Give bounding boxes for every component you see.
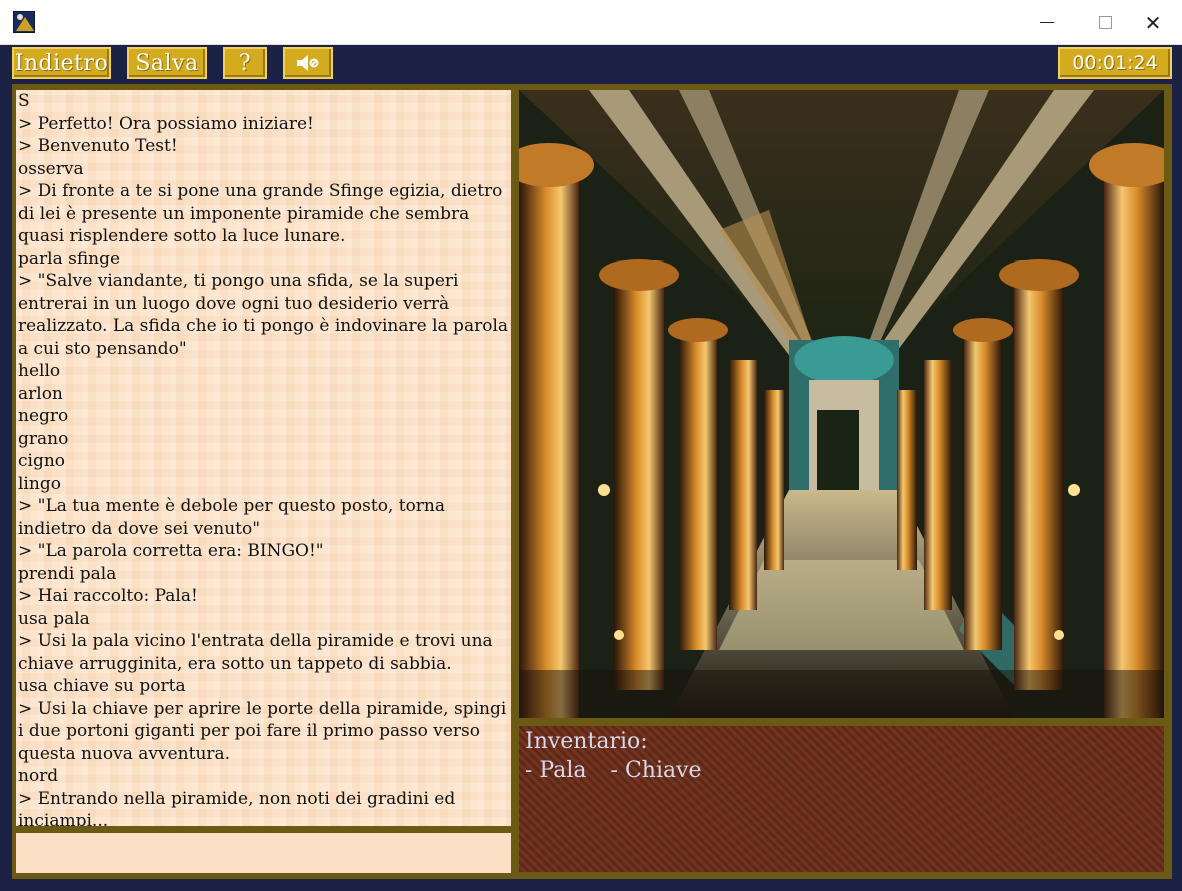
inventory-item: - Chiave <box>610 758 702 783</box>
log-line: > Usi la chiave per aprire le porte dell… <box>18 698 507 764</box>
game-frame: Indietro Salva ? 00:01:24 S > Perfetto! O… <box>0 45 1182 891</box>
log-line: grano <box>18 428 69 449</box>
inventory-title: Inventario: <box>525 729 648 754</box>
log-line: parla sfinge <box>18 248 121 269</box>
log-line: > Entrando nella piramide, non noti dei … <box>18 788 456 827</box>
log-line: usa pala <box>18 608 90 629</box>
temple-corridor-illustration <box>519 90 1164 718</box>
text-log[interactable]: S > Perfetto! Ora possiamo iniziare! > Ben… <box>16 90 511 826</box>
log-line: > "La tua mente è debole per questo post… <box>18 496 446 539</box>
maximize-icon <box>1098 16 1112 29</box>
command-input[interactable] <box>16 833 511 873</box>
inventory-item: - Pala <box>525 758 587 783</box>
help-button[interactable]: ? <box>223 47 267 79</box>
log-line: usa chiave su porta <box>18 676 186 696</box>
log-line: > Usi la pala vicino l'entrata della pir… <box>18 631 493 674</box>
log-line: > "La parola corretta era: BINGO!" <box>18 541 324 561</box>
minimize-button[interactable] <box>1018 0 1076 45</box>
log-line: prendi pala <box>18 563 117 584</box>
log-line: osserva <box>18 158 84 179</box>
log-line: nord <box>18 766 59 786</box>
log-line: arlon <box>18 383 63 404</box>
log-line: > "Salve viandante, ti pongo una sfida, … <box>18 271 509 359</box>
log-line: > Di fronte a te si pone una grande Sfin… <box>18 181 503 246</box>
log-line: > Perfetto! Ora possiamo iniziare! <box>18 113 314 134</box>
close-button[interactable]: ✕ <box>1124 0 1182 45</box>
game-panel: S > Perfetto! Ora possiamo iniziare! > Ben… <box>12 84 1172 879</box>
speaker-muted-icon <box>297 55 319 71</box>
sound-toggle-button[interactable] <box>283 47 333 79</box>
scene-image <box>519 90 1164 718</box>
log-line: hello <box>18 361 61 381</box>
window-title-bar: ✕ <box>0 0 1182 45</box>
app-pyramid-icon <box>13 11 35 33</box>
log-line: lingo <box>18 473 61 494</box>
inventory-items: - Pala - Chiave <box>525 756 1158 786</box>
back-button[interactable]: Indietro <box>12 47 111 79</box>
save-button[interactable]: Salva <box>127 47 207 79</box>
log-line: S <box>18 91 30 111</box>
minimize-icon <box>1040 22 1054 23</box>
inventory-panel: Inventario: - Pala - Chiave <box>519 726 1164 872</box>
log-line: cigno <box>18 451 66 471</box>
log-line: negro <box>18 406 69 426</box>
log-line: > Benvenuto Test! <box>18 136 178 156</box>
close-icon: ✕ <box>1144 10 1162 35</box>
log-line: > Hai raccolto: Pala! <box>18 586 198 606</box>
elapsed-timer: 00:01:24 <box>1058 47 1172 79</box>
